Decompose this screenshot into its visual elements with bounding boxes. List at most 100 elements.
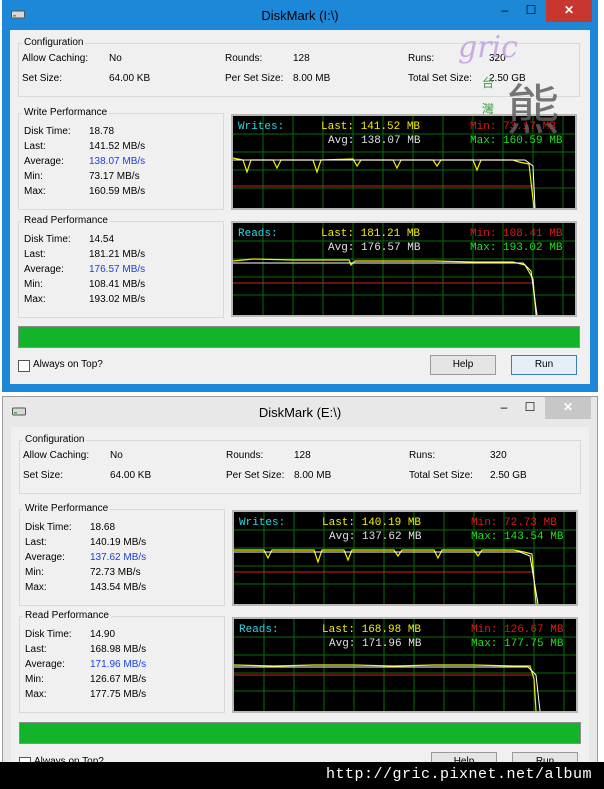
minimize-button[interactable]: –	[492, 0, 518, 22]
per-set-size-label: Per Set Size:	[225, 73, 284, 84]
reads-series	[233, 258, 537, 315]
graph-last: Last: 168.98 MB	[322, 624, 422, 636]
graph-avg: Avg: 171.96 MB	[329, 638, 422, 650]
allow-caching-value: No	[110, 450, 123, 461]
group-label: Write Performance	[23, 503, 111, 514]
footer-banner: http://gric.pixnet.net/album	[0, 762, 604, 789]
rounds-label: Rounds:	[225, 53, 263, 64]
writes-average	[234, 551, 539, 604]
set-size-label: Set Size:	[23, 470, 64, 481]
average-label: Average:	[24, 264, 64, 275]
minimize-button[interactable]: –	[491, 397, 517, 419]
set-size-value: 64.00 KB	[110, 470, 152, 481]
graph-avg: Avg: 176.57 MB	[328, 242, 421, 254]
last-label: Last:	[25, 537, 47, 548]
graph-max: Max: 193.02 MB	[470, 242, 563, 254]
write-performance-group: Write Performance Disk Time: 18.78 Last: 1…	[18, 107, 224, 210]
progress-bar	[18, 326, 580, 348]
max-value: 160.59 MB/s	[89, 186, 146, 197]
progress-fill	[19, 327, 579, 347]
reads-graph: Reads: Last: 181.21 MB Avg: 176.57 MB Mi…	[231, 221, 577, 317]
window-client: Configuration Allow Caching: No Set Size…	[11, 427, 589, 772]
rounds-value: 128	[294, 450, 311, 461]
per-set-size-label: Per Set Size:	[226, 470, 285, 481]
writes-graph: Writes: Last: 140.19 MB Avg: 137.62 MB M…	[232, 510, 578, 606]
title-bar[interactable]: DiskMark (E:\) – ☐ ✕	[3, 397, 597, 427]
graph-avg: Avg: 137.62 MB	[329, 531, 422, 543]
read-performance-group: Read Performance Disk Time: 14.54 Last: 18…	[18, 215, 224, 318]
graph-last: Last: 141.52 MB	[321, 121, 421, 133]
read-performance-group: Read Performance Disk Time: 14.90 Last: 16…	[19, 610, 225, 713]
min-value: 108.41 MB/s	[89, 279, 146, 290]
average-value: 138.07 MB/s	[89, 156, 146, 167]
reads-series	[234, 664, 537, 711]
disk-time-label: Disk Time:	[25, 522, 72, 533]
last-value: 181.21 MB/s	[89, 249, 146, 260]
progress-bar	[19, 722, 581, 744]
average-value: 176.57 MB/s	[89, 264, 146, 275]
max-value: 143.54 MB/s	[90, 582, 147, 593]
close-button[interactable]: ✕	[546, 0, 592, 22]
write-performance-group: Write Performance Disk Time: 18.68 Last: 1…	[19, 503, 225, 606]
graph-last: Last: 140.19 MB	[322, 517, 422, 529]
max-value: 193.02 MB/s	[89, 294, 146, 305]
close-button[interactable]: ✕	[545, 397, 591, 419]
disk-time-label: Disk Time:	[24, 234, 71, 245]
configuration-group: Configuration Allow Caching: No Set Size…	[19, 434, 581, 494]
max-label: Max:	[24, 294, 46, 305]
graph-min: Min: 108.41 MB	[470, 228, 563, 240]
last-value: 141.52 MB/s	[89, 141, 146, 152]
set-size-label: Set Size:	[22, 73, 63, 84]
max-value: 177.75 MB/s	[90, 689, 147, 700]
average-label: Average:	[24, 156, 64, 167]
always-on-top-checkbox[interactable]	[18, 360, 30, 372]
min-label: Min:	[24, 171, 43, 182]
last-value: 168.98 MB/s	[90, 644, 147, 655]
graph-name: Writes:	[239, 517, 286, 529]
watermark-char-1: 台	[482, 76, 495, 90]
group-label: Read Performance	[23, 610, 111, 621]
graph-last: Last: 181.21 MB	[321, 228, 421, 240]
writes-series	[234, 549, 537, 604]
average-value: 171.96 MB/s	[90, 659, 147, 670]
watermark-glyph: 熊	[506, 79, 560, 142]
average-value: 137.62 MB/s	[90, 552, 147, 563]
maximize-button[interactable]: ☐	[517, 397, 543, 419]
graph-avg: Avg: 138.07 MB	[328, 135, 421, 147]
group-label: Configuration	[22, 37, 86, 48]
runs-label: Runs:	[408, 53, 435, 64]
last-value: 140.19 MB/s	[90, 537, 147, 548]
min-value: 126.67 MB/s	[90, 674, 147, 685]
watermark-logo: gric 台 灣 熊	[444, 26, 574, 142]
reads-average	[234, 666, 541, 711]
group-label: Configuration	[23, 434, 87, 445]
disk-time-value: 18.78	[89, 126, 115, 137]
disk-time-value: 14.90	[90, 629, 116, 640]
disk-time-label: Disk Time:	[25, 629, 72, 640]
watermark-char-2: 灣	[482, 102, 495, 116]
disk-time-value: 14.54	[89, 234, 115, 245]
maximize-button[interactable]: ☐	[518, 0, 544, 22]
rounds-label: Rounds:	[226, 450, 264, 461]
reads-graph: Reads: Last: 168.98 MB Avg: 171.96 MB Mi…	[232, 617, 578, 713]
watermark-text: gric	[458, 30, 518, 65]
disk-time-value: 18.68	[90, 522, 116, 533]
min-value: 73.17 MB/s	[89, 171, 140, 182]
last-label: Last:	[24, 249, 46, 260]
reads-average	[233, 262, 538, 315]
graph-min: Min: 126.67 MB	[471, 624, 564, 636]
min-label: Min:	[25, 567, 44, 578]
graph-name: Reads:	[239, 624, 279, 636]
runs-label: Runs:	[409, 450, 436, 461]
min-label: Min:	[25, 674, 44, 685]
max-label: Max:	[25, 582, 47, 593]
always-on-top-label[interactable]: Always on Top?	[33, 359, 103, 370]
diskmark-window-e: DiskMark (E:\) – ☐ ✕ Configuration Allow…	[2, 396, 598, 772]
last-label: Last:	[24, 141, 46, 152]
per-set-size-value: 8.00 MB	[294, 470, 332, 481]
per-set-size-value: 8.00 MB	[293, 73, 331, 84]
help-button[interactable]: Help	[430, 355, 496, 375]
graph-max: Max: 177.75 MB	[471, 638, 564, 650]
total-set-size-value: 2.50 GB	[490, 470, 527, 481]
run-button[interactable]: Run	[511, 355, 577, 375]
